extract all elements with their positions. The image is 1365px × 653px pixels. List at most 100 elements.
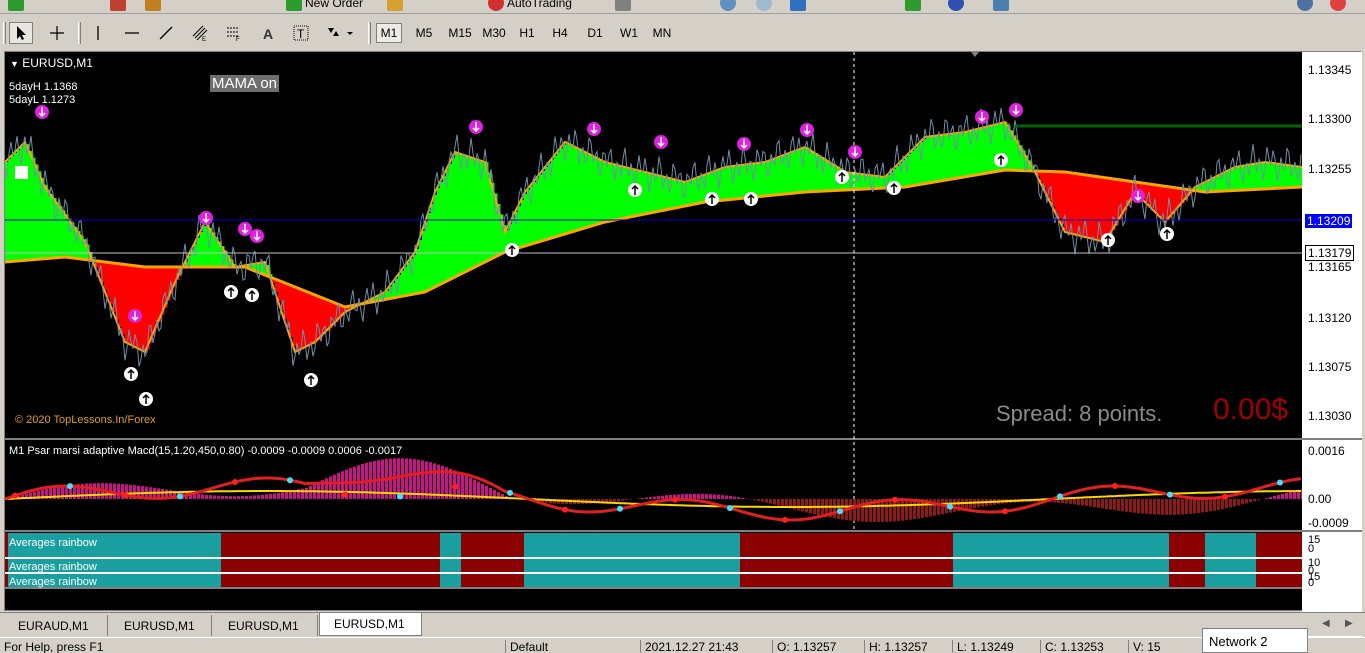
new-chart-icon xyxy=(8,0,24,11)
pane-divider xyxy=(5,530,1302,532)
auto-trading-button[interactable]: AutoTrading xyxy=(488,0,572,12)
rainbow-bar xyxy=(1229,533,1232,587)
templates-icon xyxy=(993,0,1009,11)
rainbow-bar xyxy=(656,533,659,587)
macd-histogram-bar xyxy=(1161,499,1164,515)
horizontal-line-tool[interactable] xyxy=(120,22,144,44)
zoom-in-button[interactable] xyxy=(720,0,736,12)
timeframe-m5[interactable]: M5 xyxy=(411,23,437,43)
channel-icon: E xyxy=(192,25,208,42)
search-button[interactable] xyxy=(1297,0,1313,12)
rainbow-indicator-title-1: Averages rainbow xyxy=(9,537,97,549)
vertical-line-tool[interactable] xyxy=(86,22,110,44)
rainbow-bar xyxy=(290,533,293,587)
trendline-tool[interactable] xyxy=(154,22,178,44)
templates-button[interactable] xyxy=(993,0,1009,12)
chat-button[interactable] xyxy=(1330,0,1346,12)
rainbow-bar xyxy=(575,533,578,587)
new-order-button[interactable]: New Order xyxy=(286,0,363,12)
rainbow-bar xyxy=(989,533,992,587)
ma-cloud-segment xyxy=(425,222,429,292)
symbol-text: EURUSD,M1 xyxy=(22,56,93,70)
search-icon xyxy=(1297,0,1313,11)
rainbow-bar xyxy=(113,533,116,587)
status-profile[interactable]: Default xyxy=(505,640,638,653)
indicators-button[interactable] xyxy=(905,0,921,12)
rainbow-bar xyxy=(347,533,350,587)
chart-tab-2[interactable]: EURUSD,M1 xyxy=(214,615,318,636)
tile-windows-button[interactable] xyxy=(790,0,806,12)
rainbow-bar xyxy=(755,533,758,587)
rainbow-bar xyxy=(134,533,137,587)
rainbow-bar xyxy=(530,533,533,587)
macd-histogram-bar xyxy=(1093,499,1096,508)
zoom-out-button[interactable] xyxy=(756,0,772,12)
ma-cloud-segment xyxy=(761,162,765,197)
rainbow-bar xyxy=(818,533,821,587)
timeframe-h1[interactable]: H1 xyxy=(514,23,540,43)
macd-histogram-bar xyxy=(1257,499,1260,501)
meta-editor-button[interactable] xyxy=(387,0,403,12)
chart-tab-0[interactable]: EURAUD,M1 xyxy=(4,615,108,636)
equidistant-channel-tool[interactable]: E xyxy=(188,22,212,44)
timeframe-w1[interactable]: W1 xyxy=(616,23,642,43)
arrows-dropdown[interactable] xyxy=(322,22,358,44)
rainbow-bar xyxy=(254,533,257,587)
timeframe-m30[interactable]: M30 xyxy=(478,23,510,43)
macd-histogram-bar xyxy=(761,499,764,502)
rainbow-bar xyxy=(227,533,230,587)
network-status-popup[interactable]: Network 2 xyxy=(1202,628,1308,653)
new-chart-button[interactable] xyxy=(8,0,24,12)
macd-histogram-bar xyxy=(117,483,120,499)
bar-chart-button[interactable] xyxy=(615,0,631,12)
rainbow-bar xyxy=(581,533,584,587)
rainbow-bar xyxy=(602,533,605,587)
rainbow-bar xyxy=(209,533,212,587)
price-chart-canvas[interactable] xyxy=(5,52,1302,612)
crosshair-tool[interactable] xyxy=(45,22,69,44)
rainbow-bar xyxy=(1094,533,1097,587)
rainbow-bar xyxy=(1220,533,1223,587)
ma-cloud-segment xyxy=(308,292,312,346)
macd-psar-dot xyxy=(122,492,128,499)
rainbow-bar xyxy=(335,533,338,587)
symbol-dropdown-icon[interactable]: ▼ xyxy=(10,59,19,69)
profiles-button[interactable] xyxy=(110,0,126,12)
rainbow-bar xyxy=(1295,533,1298,587)
timeframe-m1[interactable]: M1 xyxy=(376,23,402,43)
rainbow-bar xyxy=(230,533,233,587)
macd-histogram-bar xyxy=(433,463,436,499)
macd-psar-dot xyxy=(452,483,458,490)
macd-histogram-bar xyxy=(233,496,236,499)
chart-tab-3[interactable]: EURUSD,M1 xyxy=(319,613,422,636)
macd-histogram-bar xyxy=(1173,499,1176,515)
macd-histogram-bar xyxy=(309,485,312,499)
tab-scroll-left-icon[interactable]: ◀ xyxy=(1322,618,1330,629)
chart-tab-1[interactable]: EURUSD,M1 xyxy=(110,615,212,636)
tab-scroll-right-icon[interactable]: ▶ xyxy=(1345,618,1353,629)
rainbow-bar xyxy=(716,533,719,587)
text-label-tool[interactable]: T xyxy=(289,22,313,44)
ma-cloud-segment xyxy=(449,164,453,280)
macd-histogram-bar xyxy=(781,499,784,507)
rainbow-bar xyxy=(644,533,647,587)
mama-toggle-button[interactable]: MAMA on xyxy=(210,75,280,92)
market-watch-button[interactable] xyxy=(145,0,161,12)
periods-button[interactable] xyxy=(948,0,964,12)
fibonacci-icon: F xyxy=(227,27,240,42)
fibonacci-tool[interactable]: F xyxy=(222,22,246,44)
timeframe-d1[interactable]: D1 xyxy=(582,23,608,43)
timeframe-mn[interactable]: MN xyxy=(649,23,675,43)
ma-cloud-segment xyxy=(467,156,471,271)
timeframe-h4[interactable]: H4 xyxy=(547,23,573,43)
text-tool[interactable]: A xyxy=(256,22,280,44)
status-high: H: 1.13257 xyxy=(864,640,950,653)
rainbow-bar xyxy=(440,533,443,587)
ma-cloud-segment xyxy=(1232,168,1236,191)
rainbow-bar xyxy=(995,533,998,587)
text-icon: A xyxy=(263,26,273,42)
timeframe-m15[interactable]: M15 xyxy=(444,23,476,43)
rainbow-bar xyxy=(845,533,848,587)
chart-window[interactable]: ▼ EURUSD,M1 5dayH 1.1368 5dayL 1.1273 MA… xyxy=(4,51,1362,653)
cursor-tool[interactable] xyxy=(9,22,33,44)
